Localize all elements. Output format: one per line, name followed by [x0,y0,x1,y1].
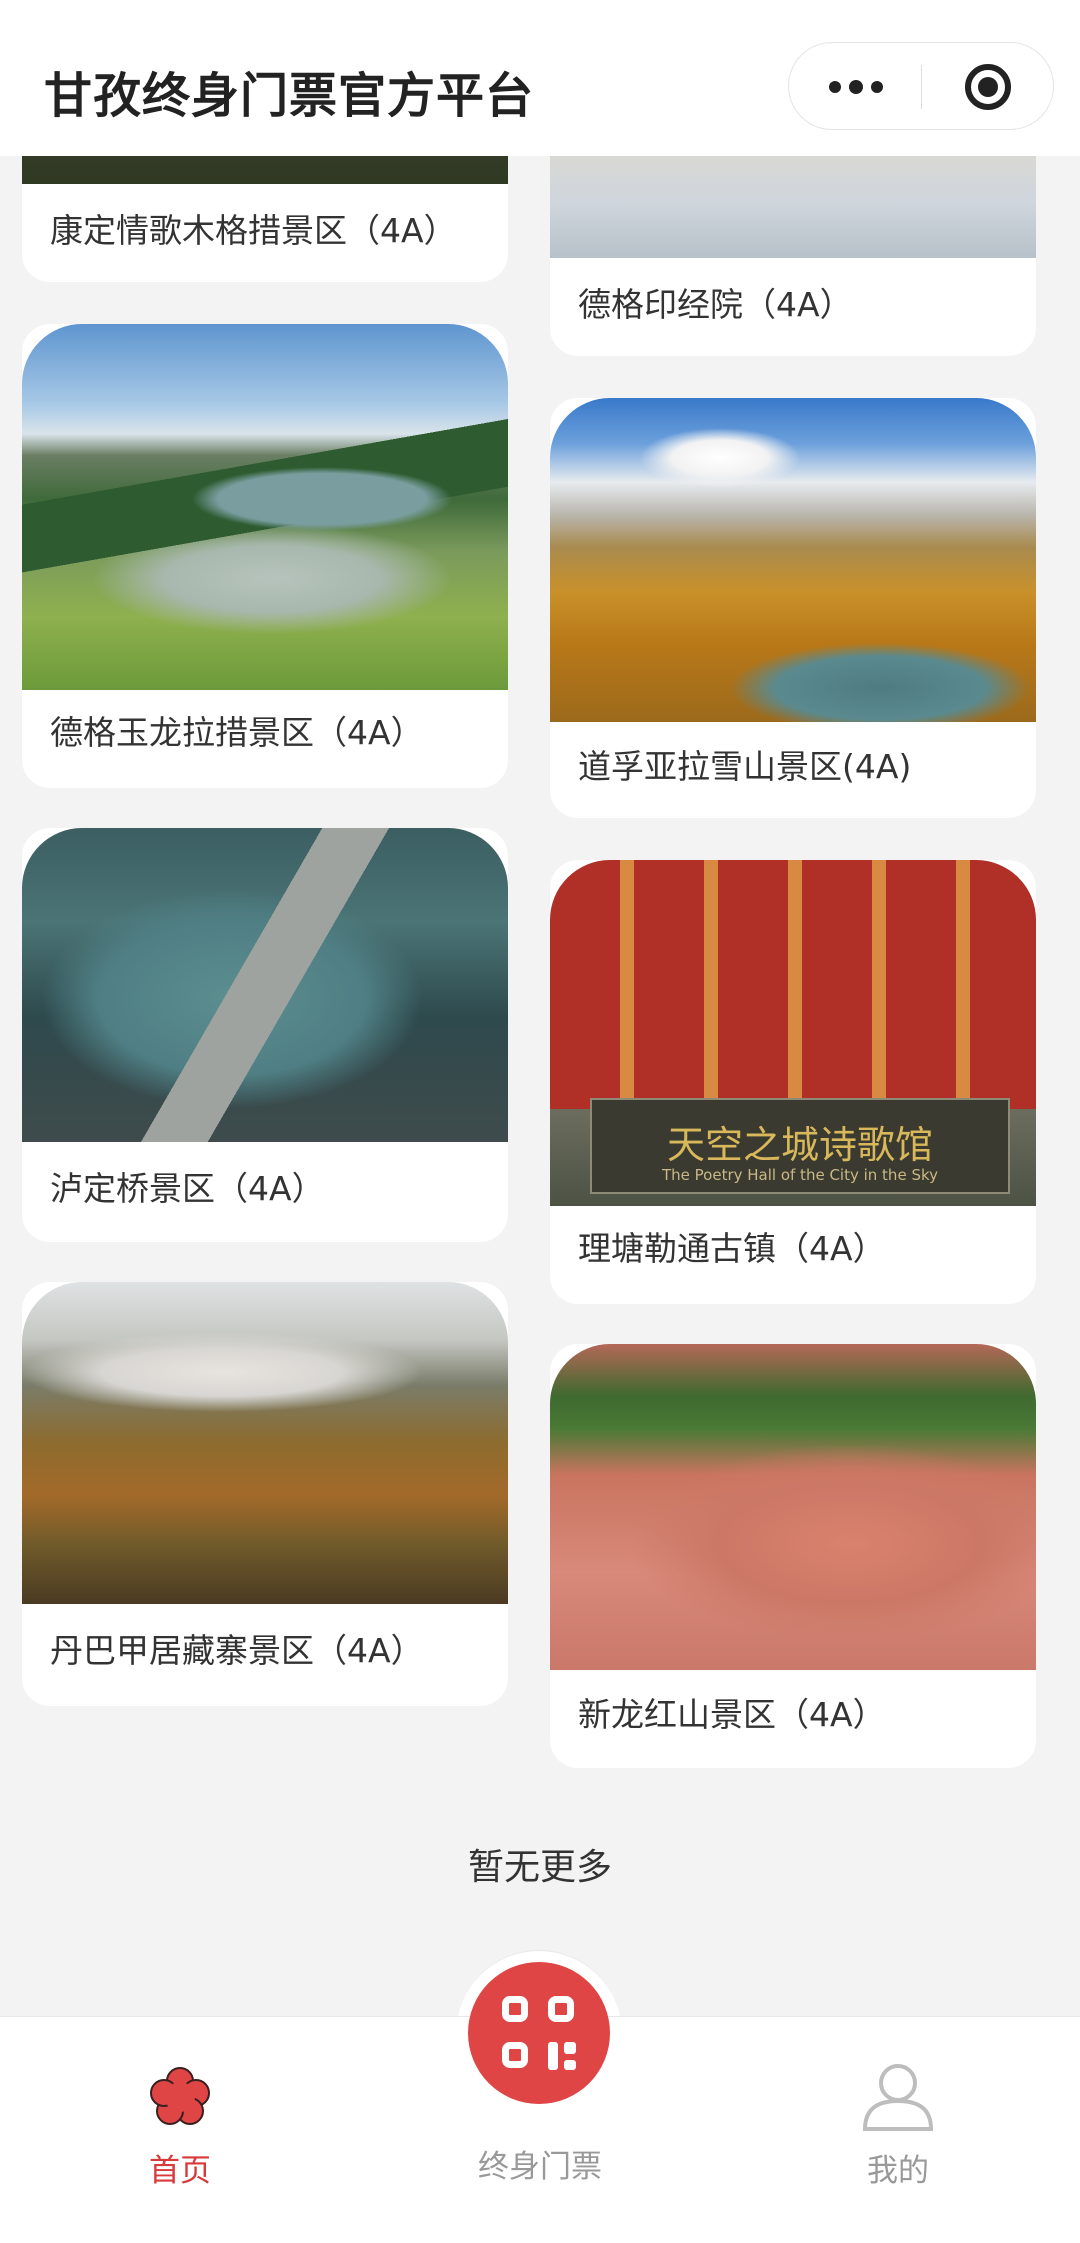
tab-ticket-label: 终身门票 [478,2149,602,2185]
spot-name: 德格印经院（4A） [578,285,853,324]
spot-photo: 天空之城诗歌馆 The Poetry Hall of the City in t… [550,860,1036,1206]
spot-photo [22,324,508,690]
spot-photo [550,398,1036,722]
spot-card[interactable]: 天空之城诗歌馆 The Poetry Hall of the City in t… [550,860,1036,1304]
poetry-hall-sign-text: 天空之城诗歌馆 [666,1123,933,1167]
user-profile-icon [862,2064,934,2131]
poetry-hall-sign: 天空之城诗歌馆 The Poetry Hall of the City in t… [590,1098,1010,1194]
spot-name: 道孚亚拉雪山景区(4A) [578,747,912,786]
spot-photo [22,1282,508,1604]
spot-card[interactable]: 丹巴甲居藏寨景区（4A） [22,1282,508,1706]
page-title: 甘孜终身门票官方平台 [44,68,535,124]
tab-mine-label: 我的 [867,2153,929,2189]
spot-name: 德格玉龙拉措景区（4A） [50,713,424,752]
spot-photo [22,828,508,1142]
spot-photo [550,1344,1036,1670]
tab-home[interactable]: 首页 [80,2017,280,2243]
spot-card[interactable]: 德格玉龙拉措景区（4A） [22,324,508,788]
spot-name: 理塘勒通古镇（4A） [578,1229,886,1268]
more-dots-icon[interactable] [789,43,921,131]
spot-name: 新龙红山景区（4A） [578,1695,886,1734]
target-close-icon[interactable] [922,43,1054,131]
spot-card[interactable]: 新龙红山景区（4A） [550,1344,1036,1768]
flower-home-icon [150,2067,210,2125]
miniprogram-capsule [788,42,1054,130]
qr-ticket-button[interactable] [468,1962,610,2104]
spot-name: 丹巴甲居藏寨景区（4A） [50,1631,424,1670]
list-end-text: 暂无更多 [467,1847,612,1888]
tab-mine[interactable]: 我的 [798,2017,998,2243]
spot-card[interactable]: 泸定桥景区（4A） [22,828,508,1242]
tab-home-label: 首页 [149,2153,211,2189]
nav-header: 甘孜终身门票官方平台 [0,0,1080,156]
poetry-hall-sign-en: The Poetry Hall of the City in the Sky [661,1166,938,1184]
qr-code-icon [502,1996,576,2070]
spot-name: 康定情歌木格措景区（4A） [50,211,457,250]
spot-card[interactable]: 道孚亚拉雪山景区(4A) [550,398,1036,818]
spot-name: 泸定桥景区（4A） [50,1169,325,1208]
